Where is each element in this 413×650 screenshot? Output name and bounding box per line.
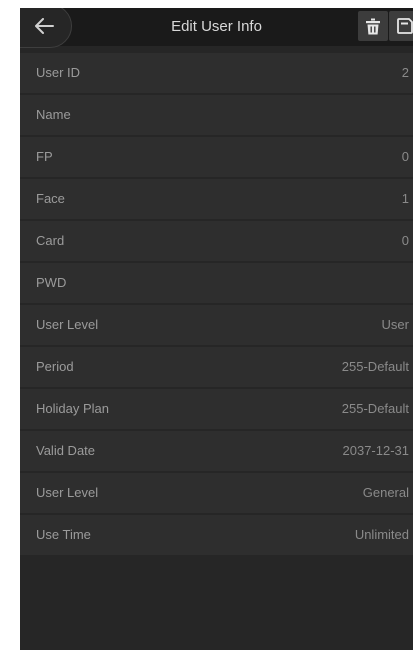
row-label: Name — [36, 107, 71, 122]
row-label: Holiday Plan — [36, 401, 109, 416]
row-value: 255-Default — [341, 401, 409, 416]
row-value: 1 — [401, 191, 409, 206]
row-user-level[interactable]: User Level User — [20, 305, 413, 345]
row-value: 2037-12-31 — [342, 443, 410, 458]
row-face[interactable]: Face 1 — [20, 179, 413, 219]
row-value: Unlimited — [354, 527, 409, 542]
save-button[interactable] — [389, 11, 413, 41]
row-period[interactable]: Period 255-Default — [20, 347, 413, 387]
row-card[interactable]: Card 0 — [20, 221, 413, 261]
row-value: User — [381, 317, 409, 332]
back-button[interactable] — [20, 8, 72, 48]
row-label: User Level — [36, 317, 99, 332]
row-label: Valid Date — [36, 443, 96, 458]
row-name[interactable]: Name — [20, 95, 413, 135]
row-user-id[interactable]: User ID 2 — [20, 53, 413, 93]
row-label: Card — [36, 233, 65, 248]
user-info-list: User ID 2 Name FP 0 Face 1 Card 0 PWD Us… — [20, 53, 413, 557]
row-value: General — [362, 485, 409, 500]
row-use-time[interactable]: Use Time Unlimited — [20, 515, 413, 555]
row-label: Period — [36, 359, 74, 374]
row-value: 0 — [401, 233, 409, 248]
row-label: User ID — [36, 65, 81, 80]
row-value: 255-Default — [341, 359, 409, 374]
page-title: Edit User Info — [171, 18, 262, 35]
row-valid-date[interactable]: Valid Date 2037-12-31 — [20, 431, 413, 471]
row-label: Face — [36, 191, 65, 206]
device-screen: Edit User Info User ID 2 Name FP 0 Face … — [20, 8, 413, 650]
row-label: User Level — [36, 485, 99, 500]
save-icon — [396, 17, 413, 35]
row-label: PWD — [36, 275, 67, 290]
delete-button[interactable] — [358, 11, 388, 41]
row-fp[interactable]: FP 0 — [20, 137, 413, 177]
row-value: 2 — [401, 65, 409, 80]
row-user-level-general[interactable]: User Level General — [20, 473, 413, 513]
trash-icon — [365, 18, 381, 35]
row-holiday-plan[interactable]: Holiday Plan 255-Default — [20, 389, 413, 429]
row-label: Use Time — [36, 527, 91, 542]
arrow-left-icon — [34, 18, 54, 34]
header-bar: Edit User Info — [20, 8, 413, 48]
row-label: FP — [36, 149, 53, 164]
row-pwd[interactable]: PWD — [20, 263, 413, 303]
row-value: 0 — [401, 149, 409, 164]
